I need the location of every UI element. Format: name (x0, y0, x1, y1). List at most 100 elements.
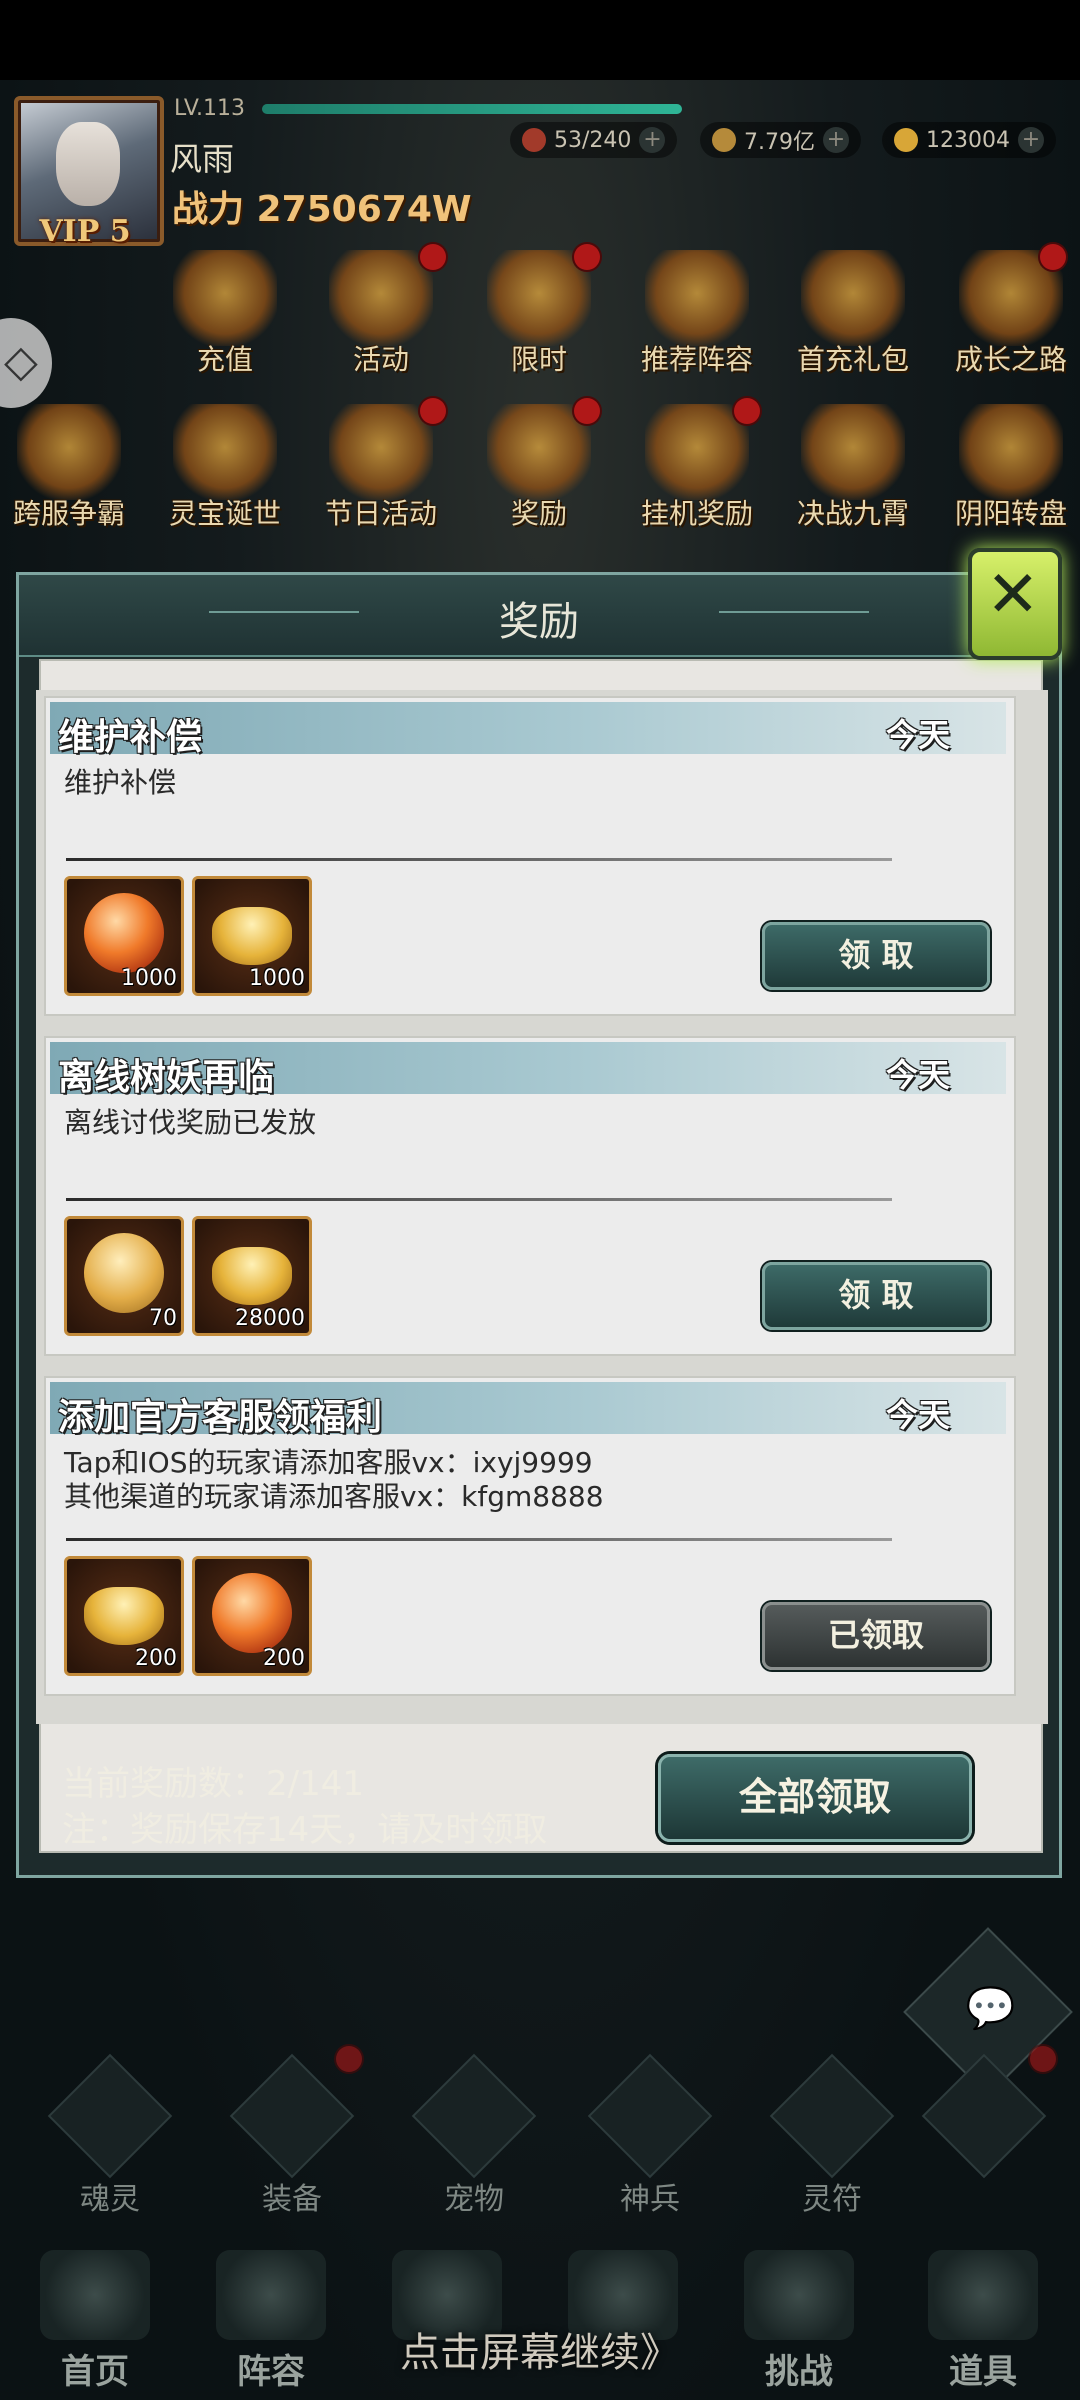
talisman-icon (769, 2053, 895, 2179)
card-desc-line: Tap和IOS的玩家请添加客服vx：ixyj9999 (64, 1446, 593, 1479)
player-level: LV.113 (174, 96, 246, 121)
reward-item[interactable]: 200 (64, 1556, 184, 1676)
item-quantity: 200 (263, 1646, 305, 1671)
notification-dot (574, 244, 600, 270)
spirit-orb-icon (212, 1573, 292, 1653)
spirit-orb-icon (84, 893, 164, 973)
feature-activity[interactable]: 活动 (306, 250, 456, 400)
feature-festival[interactable]: 节日活动 (306, 404, 456, 554)
card-date: 今天 (885, 1396, 950, 1434)
coin-icon (712, 128, 736, 152)
claim-all-button[interactable]: 全部领取 (658, 1754, 972, 1842)
add-stamina-button[interactable]: + (639, 127, 666, 153)
player-name: 风雨 (170, 140, 235, 178)
feature-recommended-lineup[interactable]: 推荐阵容 (622, 250, 772, 400)
combat-power: 战力 2750674W (172, 189, 472, 230)
claimed-button[interactable]: 已领取 (762, 1602, 990, 1670)
stamina-icon (522, 128, 546, 152)
nav-label: 神兵 (620, 2182, 680, 2217)
notification-dot (1030, 2046, 1056, 2072)
card-description: 离线讨伐奖励已发放 (64, 1106, 316, 1140)
nav-talisman[interactable]: 灵符 (769, 2053, 895, 2217)
feature-rewards[interactable]: 奖励 (464, 404, 614, 554)
nav-pet[interactable]: 宠物 (411, 2053, 537, 2217)
divider (66, 1538, 892, 1541)
card-title: 维护补偿 (58, 717, 203, 758)
resource-ingot: 123004 + (882, 122, 1056, 158)
card-desc-line: 维护补偿 (64, 766, 177, 799)
card-date: 今天 (885, 1056, 950, 1094)
nav-equipment[interactable]: 装备 (229, 2053, 355, 2217)
card-date: 今天 (885, 716, 950, 754)
reward-item[interactable]: 200 (192, 1556, 312, 1676)
feature-battle-jiuxiao[interactable]: 决战九霄 (778, 404, 928, 554)
lineup-icon (645, 250, 749, 346)
nav-divine-weapon[interactable]: 神兵 (587, 2053, 713, 2217)
recharge-icon (173, 250, 277, 346)
close-icon: ✕ (986, 558, 1040, 632)
reward-item[interactable]: 70 (64, 1216, 184, 1336)
notification-dot (420, 398, 446, 424)
card-description: Tap和IOS的玩家请添加客服vx：ixyj9999 其他渠道的玩家请添加客服v… (64, 1446, 604, 1514)
nav-more[interactable] (921, 2053, 1047, 2200)
close-button[interactable]: ✕ (968, 548, 1062, 660)
gold-ingot-icon (212, 907, 292, 965)
reward-item[interactable]: 1000 (64, 876, 184, 996)
resource-stamina: 53/240 + (510, 122, 678, 158)
feature-lingbao[interactable]: 灵宝诞世 (150, 404, 300, 554)
vip-badge: VIP 5 (39, 214, 131, 249)
reward-card: 添加官方客服领福利 今天 Tap和IOS的玩家请添加客服vx：ixyj9999 … (44, 1376, 1016, 1696)
item-quantity: 1000 (121, 966, 177, 991)
gold-ingot-icon (84, 1587, 164, 1645)
soul-icon (47, 2053, 173, 2179)
helmet-icon (229, 2053, 355, 2179)
gold-ingot-icon (212, 1247, 292, 1305)
card-title: 离线树妖再临 (58, 1057, 275, 1098)
tap-to-continue[interactable]: 点击屏幕继续》 (0, 2320, 1080, 2378)
resource-coin: 7.79亿 + (700, 122, 861, 158)
avatar-face (56, 122, 120, 206)
reward-item[interactable]: 28000 (192, 1216, 312, 1336)
reward-card: 离线树妖再临 今天 离线讨伐奖励已发放 70 28000 领 取 (44, 1036, 1016, 1356)
status-bar (0, 0, 1080, 80)
festival-icon (329, 404, 433, 500)
claim-button[interactable]: 领 取 (762, 1262, 990, 1330)
nav-label: 装备 (262, 2182, 322, 2217)
notification-dot (336, 2046, 362, 2072)
item-quantity: 1000 (249, 966, 305, 991)
activity-icon (329, 250, 433, 346)
feature-first-recharge[interactable]: 首充礼包 (778, 250, 928, 400)
resource-ingot-value: 123004 (926, 127, 1010, 153)
feature-limited[interactable]: 限时 (464, 250, 614, 400)
item-quantity: 200 (135, 1646, 177, 1671)
plus-icon (921, 2053, 1047, 2179)
level-progress-bar (262, 104, 682, 114)
dialog-title: 奖励 (499, 599, 579, 645)
feature-yinyang-wheel[interactable]: 阴阳转盘 (936, 404, 1080, 554)
notification-dot (574, 398, 600, 424)
feature-idle-rewards[interactable]: 挂机奖励 (622, 404, 772, 554)
nav-label: 灵符 (802, 2182, 862, 2217)
card-desc-line: 离线讨伐奖励已发放 (64, 1106, 317, 1139)
feature-growth-path[interactable]: 成长之路 (936, 250, 1080, 400)
feature-recharge[interactable]: 充值 (150, 250, 300, 400)
add-ingot-button[interactable]: + (1017, 127, 1044, 153)
notification-dot (734, 398, 760, 424)
lingbao-icon (173, 404, 277, 500)
notification-dot (1040, 244, 1066, 270)
reward-card: 维护补偿 今天 维护补偿 1000 1000 领 取 (44, 696, 1016, 1016)
nav-soul[interactable]: 魂灵 (47, 2053, 173, 2217)
feature-cross-server[interactable]: 跨服争霸 (0, 404, 144, 554)
divider (66, 1198, 892, 1201)
card-description: 维护补偿 (64, 766, 176, 800)
item-quantity: 70 (149, 1306, 177, 1331)
notification-dot (420, 244, 446, 270)
claim-button[interactable]: 领 取 (762, 922, 990, 990)
cross-server-icon (17, 404, 121, 500)
reward-item[interactable]: 1000 (192, 876, 312, 996)
sword-icon (587, 2053, 713, 2179)
reward-note: 注：奖励保存14天，请及时领取 (62, 1810, 548, 1850)
add-coin-button[interactable]: + (823, 127, 849, 153)
ingot-icon (894, 128, 918, 152)
idle-chest-icon (645, 404, 749, 500)
